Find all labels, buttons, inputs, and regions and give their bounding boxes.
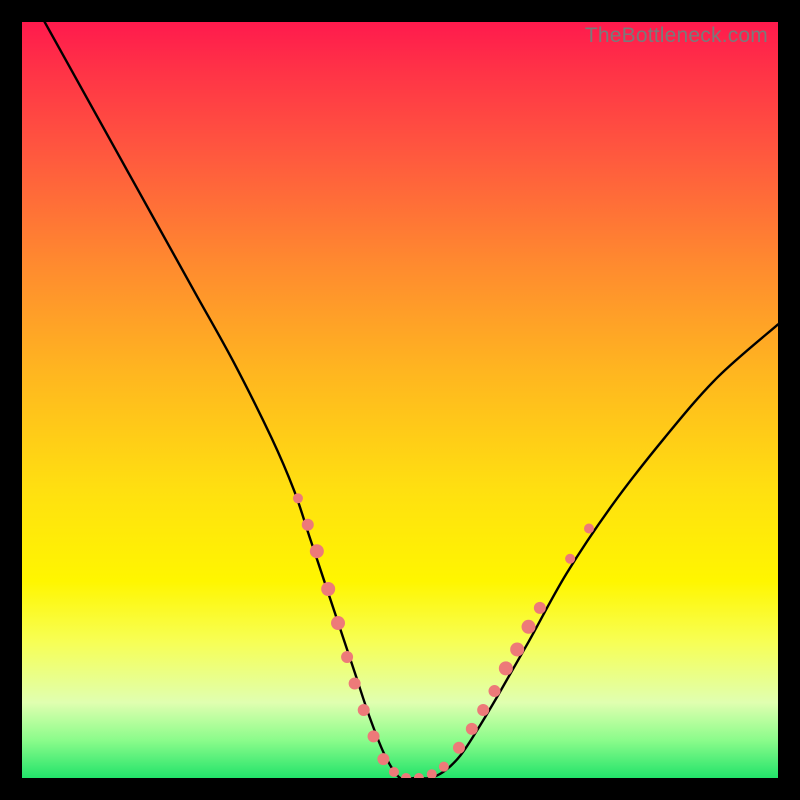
marker-point xyxy=(477,704,489,716)
marker-point xyxy=(302,519,314,531)
marker-point xyxy=(349,678,361,690)
marker-point xyxy=(293,493,303,503)
marker-point xyxy=(377,753,389,765)
marker-point xyxy=(310,544,324,558)
marker-point xyxy=(489,685,501,697)
marker-point xyxy=(321,582,335,596)
marker-point xyxy=(499,661,513,675)
marker-point xyxy=(341,651,353,663)
chart-area: TheBottleneck.com xyxy=(22,22,778,778)
marker-point xyxy=(584,524,594,534)
marker-point xyxy=(534,602,546,614)
marker-point xyxy=(565,554,575,564)
marker-point xyxy=(331,616,345,630)
marker-point xyxy=(401,773,411,778)
bottleneck-chart xyxy=(22,22,778,778)
marker-point xyxy=(389,767,399,777)
marker-point xyxy=(510,642,524,656)
marker-point xyxy=(453,742,465,754)
marker-point xyxy=(427,769,437,778)
marker-point xyxy=(466,723,478,735)
bottleneck-curve xyxy=(45,22,778,778)
marker-point xyxy=(358,704,370,716)
marker-group xyxy=(293,493,594,778)
watermark-label: TheBottleneck.com xyxy=(585,24,768,48)
marker-point xyxy=(368,730,380,742)
marker-point xyxy=(439,762,449,772)
marker-point xyxy=(414,773,424,778)
marker-point xyxy=(522,620,536,634)
